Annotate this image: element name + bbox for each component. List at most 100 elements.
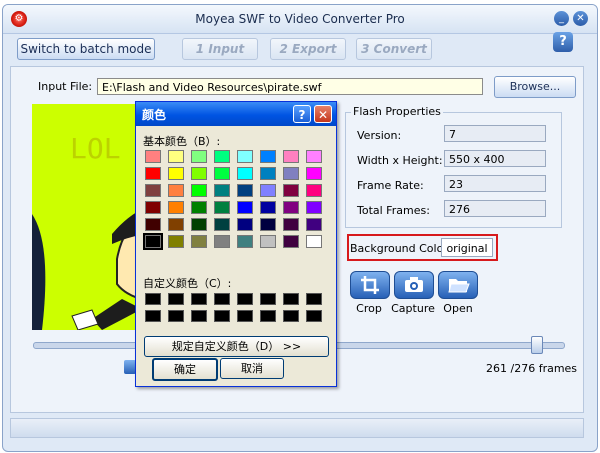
color-swatch[interactable] bbox=[237, 184, 253, 197]
color-swatch[interactable] bbox=[214, 150, 230, 163]
folder-icon bbox=[448, 279, 470, 293]
custom-color-swatch[interactable] bbox=[145, 293, 161, 305]
color-swatch[interactable] bbox=[260, 235, 276, 248]
camera-icon bbox=[405, 277, 423, 292]
help-icon[interactable]: ? bbox=[553, 32, 573, 52]
color-swatch[interactable] bbox=[214, 201, 230, 214]
frame-slider-thumb[interactable] bbox=[530, 336, 543, 354]
color-swatch[interactable] bbox=[237, 167, 253, 180]
custom-color-swatch[interactable] bbox=[168, 293, 184, 305]
custom-colors-label: 自定义颜色（C）: bbox=[143, 277, 232, 290]
color-swatch[interactable] bbox=[145, 167, 161, 180]
custom-color-swatch[interactable] bbox=[214, 293, 230, 305]
color-swatch[interactable] bbox=[237, 235, 253, 248]
input-file-label: Input File: bbox=[38, 80, 93, 93]
custom-color-swatch[interactable] bbox=[214, 310, 230, 322]
color-swatch[interactable] bbox=[214, 218, 230, 231]
capture-label: Capture bbox=[391, 302, 435, 315]
custom-color-swatch[interactable] bbox=[306, 293, 322, 305]
color-swatch[interactable] bbox=[191, 184, 207, 197]
color-swatch[interactable] bbox=[168, 167, 184, 180]
step-input-button[interactable]: 1 Input bbox=[182, 38, 258, 60]
color-swatch[interactable] bbox=[283, 167, 299, 180]
custom-color-swatch[interactable] bbox=[306, 310, 322, 322]
capture-button[interactable] bbox=[394, 271, 434, 299]
custom-color-swatch[interactable] bbox=[191, 310, 207, 322]
color-swatch[interactable] bbox=[191, 150, 207, 163]
frame-counter: 261 /276 frames bbox=[486, 362, 578, 375]
color-swatch[interactable] bbox=[191, 201, 207, 214]
custom-color-swatch[interactable] bbox=[283, 310, 299, 322]
color-swatch[interactable] bbox=[168, 201, 184, 214]
custom-color-swatch[interactable] bbox=[283, 293, 299, 305]
custom-color-swatch[interactable] bbox=[237, 293, 253, 305]
custom-color-swatch[interactable] bbox=[191, 293, 207, 305]
version-value: 7 bbox=[444, 125, 546, 142]
color-swatch[interactable] bbox=[260, 201, 276, 214]
step-label: Convert bbox=[373, 42, 427, 56]
frame-rate-value: 23 bbox=[444, 175, 546, 192]
close-button[interactable]: ✕ bbox=[573, 11, 588, 26]
custom-color-swatch[interactable] bbox=[260, 293, 276, 305]
color-swatch[interactable] bbox=[260, 184, 276, 197]
color-swatch[interactable] bbox=[191, 218, 207, 231]
color-swatch[interactable] bbox=[145, 150, 161, 163]
step-label: Export bbox=[292, 42, 337, 56]
color-swatch[interactable] bbox=[306, 201, 322, 214]
minimize-button[interactable]: _ bbox=[554, 11, 569, 26]
color-swatch[interactable] bbox=[143, 233, 163, 250]
color-dialog: 颜色 ? ✕ 基本颜色（B）: 自定义颜色（C）: 规定自定义颜色（D） >> … bbox=[135, 101, 337, 387]
color-swatch[interactable] bbox=[237, 201, 253, 214]
color-swatch[interactable] bbox=[283, 150, 299, 163]
color-swatch[interactable] bbox=[260, 150, 276, 163]
color-swatch[interactable] bbox=[283, 218, 299, 231]
open-button[interactable] bbox=[438, 271, 478, 299]
color-swatch[interactable] bbox=[283, 235, 299, 248]
color-swatch[interactable] bbox=[168, 235, 184, 248]
basic-colors-label: 基本颜色（B）: bbox=[143, 135, 221, 148]
color-swatch[interactable] bbox=[260, 218, 276, 231]
color-swatch[interactable] bbox=[283, 184, 299, 197]
frame-rate-label: Frame Rate: bbox=[357, 179, 424, 192]
color-swatch[interactable] bbox=[306, 235, 322, 248]
color-dialog-title-bar[interactable]: 颜色 ? ✕ bbox=[136, 102, 336, 126]
custom-color-swatch[interactable] bbox=[260, 310, 276, 322]
custom-color-swatch[interactable] bbox=[168, 310, 184, 322]
color-swatch[interactable] bbox=[260, 167, 276, 180]
color-swatch[interactable] bbox=[283, 201, 299, 214]
crop-button[interactable] bbox=[350, 271, 390, 299]
color-swatch[interactable] bbox=[306, 184, 322, 197]
background-color-selector[interactable]: original bbox=[441, 238, 493, 257]
color-swatch[interactable] bbox=[214, 184, 230, 197]
color-swatch[interactable] bbox=[145, 201, 161, 214]
custom-color-swatch[interactable] bbox=[145, 310, 161, 322]
step-convert-button[interactable]: 3 Convert bbox=[356, 38, 432, 60]
browse-button[interactable]: Browse... bbox=[494, 76, 576, 98]
color-swatch[interactable] bbox=[145, 218, 161, 231]
cancel-button[interactable]: 取消 bbox=[220, 358, 284, 379]
status-bar bbox=[10, 418, 584, 438]
color-swatch[interactable] bbox=[191, 167, 207, 180]
ok-button[interactable]: 确定 bbox=[152, 358, 218, 381]
color-swatch[interactable] bbox=[214, 235, 230, 248]
color-swatch[interactable] bbox=[237, 218, 253, 231]
color-swatch[interactable] bbox=[306, 150, 322, 163]
dialog-help-button[interactable]: ? bbox=[293, 105, 311, 123]
batch-mode-button[interactable]: Switch to batch mode bbox=[17, 38, 155, 60]
custom-color-swatch[interactable] bbox=[237, 310, 253, 322]
title-bar[interactable]: ⚙ Moyea SWF to Video Converter Pro _ ✕ bbox=[3, 5, 597, 34]
input-file-field[interactable]: E:\Flash and Video Resources\pirate.swf bbox=[97, 78, 483, 95]
open-label: Open bbox=[443, 302, 473, 315]
color-swatch[interactable] bbox=[214, 167, 230, 180]
color-swatch[interactable] bbox=[168, 150, 184, 163]
dialog-close-button[interactable]: ✕ bbox=[314, 105, 332, 123]
color-swatch[interactable] bbox=[145, 184, 161, 197]
step-export-button[interactable]: 2 Export bbox=[270, 38, 346, 60]
color-swatch[interactable] bbox=[168, 218, 184, 231]
color-swatch[interactable] bbox=[237, 150, 253, 163]
color-swatch[interactable] bbox=[306, 167, 322, 180]
color-swatch[interactable] bbox=[191, 235, 207, 248]
define-custom-colors-button[interactable]: 规定自定义颜色（D） >> bbox=[144, 336, 329, 357]
color-swatch[interactable] bbox=[168, 184, 184, 197]
color-swatch[interactable] bbox=[306, 218, 322, 231]
